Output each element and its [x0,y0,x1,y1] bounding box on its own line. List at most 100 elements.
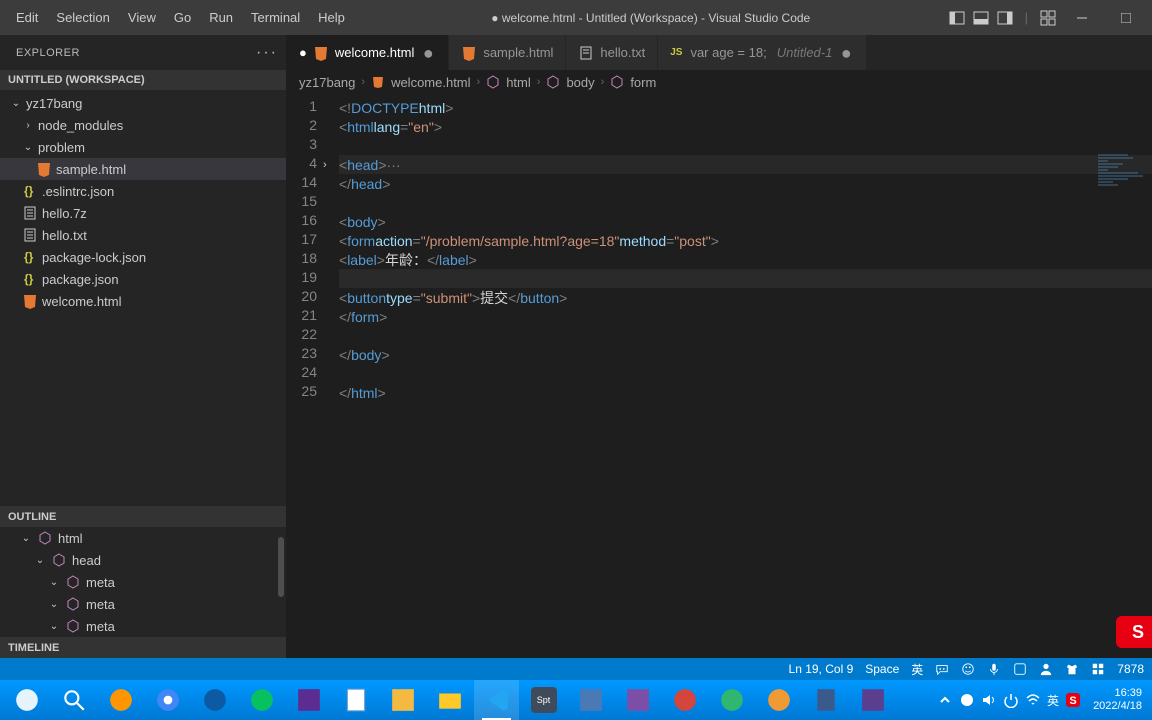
maximize-button[interactable] [1108,4,1144,32]
tab-hello-txt[interactable]: hello.txt [566,35,658,70]
code-line[interactable]: </body> [339,345,1152,364]
breadcrumb-item[interactable]: welcome.html [391,75,470,90]
outline-meta[interactable]: ⌄meta [0,615,286,637]
outline-html[interactable]: ⌄html [0,527,286,549]
taskbar-app1[interactable] [568,680,613,720]
code-line[interactable]: </html> [339,383,1152,402]
code-line[interactable]: <html lang="en"> [339,117,1152,136]
outline-meta[interactable]: ⌄meta [0,571,286,593]
file-package.json[interactable]: {}package.json [0,268,286,290]
status-person-icon[interactable] [1039,662,1053,676]
fold-icon[interactable]: › [323,155,335,174]
file-.eslintrc.json[interactable]: {}.eslintrc.json [0,180,286,202]
folder-problem[interactable]: ⌄problem [0,136,286,158]
breadcrumb-item[interactable]: form [630,75,656,90]
status-grid-icon[interactable] [1091,662,1105,676]
code-line[interactable]: <label>年龄：</label> [339,250,1152,269]
start-button[interactable] [4,680,49,720]
tab-var-age---18-[interactable]: JSvar age = 18;Untitled-1● [658,35,867,70]
code-line[interactable] [339,326,1152,345]
tab-welcome-html[interactable]: ●welcome.html● [287,35,449,70]
timeline-header[interactable]: TIMELINE [0,637,286,658]
menu-selection[interactable]: Selection [48,6,117,29]
code-lines[interactable]: <!DOCTYPE html><html lang="en"> <head> ··… [339,94,1152,658]
status-tool-icon[interactable] [1013,662,1027,676]
taskbar-app5[interactable] [756,680,801,720]
search-button[interactable] [51,680,96,720]
menu-view[interactable]: View [120,6,164,29]
taskbar-paint[interactable] [380,680,425,720]
taskbar-vscode[interactable] [474,680,519,720]
breadcrumb-item[interactable]: html [506,75,531,90]
taskbar-chrome[interactable] [145,680,190,720]
file-sample.html[interactable]: sample.html [0,158,286,180]
tray-qq-icon[interactable] [959,692,975,708]
status-ime[interactable]: 英 [911,661,923,678]
taskbar-app3[interactable] [662,680,707,720]
code-line[interactable] [339,136,1152,155]
modified-dot-icon[interactable]: ● [838,45,854,61]
menu-run[interactable]: Run [201,6,241,29]
explorer-more-icon[interactable]: ··· [256,44,278,62]
menu-terminal[interactable]: Terminal [243,6,308,29]
layout-grid-icon[interactable] [1040,10,1056,26]
tray-wifi-icon[interactable] [1025,692,1041,708]
menu-help[interactable]: Help [310,6,353,29]
file-welcome.html[interactable]: welcome.html [0,290,286,312]
status-spaces[interactable]: Space [865,662,899,676]
outline-meta[interactable]: ⌄meta [0,593,286,615]
taskbar-vs[interactable] [286,680,331,720]
taskbar-spt[interactable]: Spt [521,680,566,720]
status-lncol[interactable]: Ln 19, Col 9 [789,662,854,676]
folder-node_modules[interactable]: ›node_modules [0,114,286,136]
code-line[interactable] [339,193,1152,212]
tab-sample-html[interactable]: sample.html [449,35,566,70]
layout-left-icon[interactable] [949,10,965,26]
taskbar-explorer[interactable] [427,680,472,720]
scrollbar[interactable] [278,537,284,597]
taskbar-app2[interactable] [615,680,660,720]
taskbar-app4[interactable] [709,680,754,720]
taskbar-notepad[interactable] [333,680,378,720]
outline-head[interactable]: ⌄head [0,549,286,571]
file-package-lock.json[interactable]: {}package-lock.json [0,246,286,268]
code-line[interactable] [339,269,1152,288]
status-mic-icon[interactable] [987,662,1001,676]
code-line[interactable]: <!DOCTYPE html> [339,98,1152,117]
breadcrumb-item[interactable]: body [566,75,594,90]
code-line[interactable]: </head> [339,174,1152,193]
menu-edit[interactable]: Edit [8,6,46,29]
tray-ime-label[interactable]: 英 [1047,692,1059,709]
minimize-button[interactable] [1064,4,1100,32]
status-face-icon[interactable] [961,662,975,676]
code-line[interactable]: <head> ··· [339,155,1152,174]
code-editor[interactable]: 1234›141516171819202122232425 <!DOCTYPE … [287,94,1152,658]
folder-yz17bang[interactable]: ⌄yz17bang [0,92,286,114]
taskbar-clock[interactable]: 16:39 2022/4/18 [1087,687,1148,713]
taskbar-calc[interactable] [803,680,848,720]
taskbar-edge[interactable] [192,680,237,720]
minimap[interactable] [1098,154,1148,214]
tray-up-icon[interactable] [937,692,953,708]
tray-sogou-icon[interactable]: S [1065,692,1081,708]
tray-power-icon[interactable] [1003,692,1019,708]
workspace-label[interactable]: UNTITLED (WORKSPACE) [0,70,286,90]
layout-bottom-icon[interactable] [973,10,989,26]
taskbar-app6[interactable] [850,680,895,720]
layout-right-icon[interactable] [997,10,1013,26]
outline-header[interactable]: OUTLINE [0,507,286,527]
file-hello.txt[interactable]: hello.txt [0,224,286,246]
menu-go[interactable]: Go [166,6,199,29]
breadcrumb-item[interactable]: yz17bang [299,75,355,90]
code-line[interactable]: <button type="submit">提交</button> [339,288,1152,307]
code-line[interactable] [339,364,1152,383]
status-port[interactable]: 7878 [1117,662,1144,676]
tray-volume-icon[interactable] [981,692,997,708]
taskbar-wechat[interactable] [239,680,284,720]
status-shirt-icon[interactable] [1065,662,1079,676]
status-chat-icon[interactable] [935,662,949,676]
modified-dot-icon[interactable]: ● [420,45,436,61]
code-line[interactable]: <body> [339,212,1152,231]
file-hello.7z[interactable]: hello.7z [0,202,286,224]
taskbar-firefox[interactable] [98,680,143,720]
